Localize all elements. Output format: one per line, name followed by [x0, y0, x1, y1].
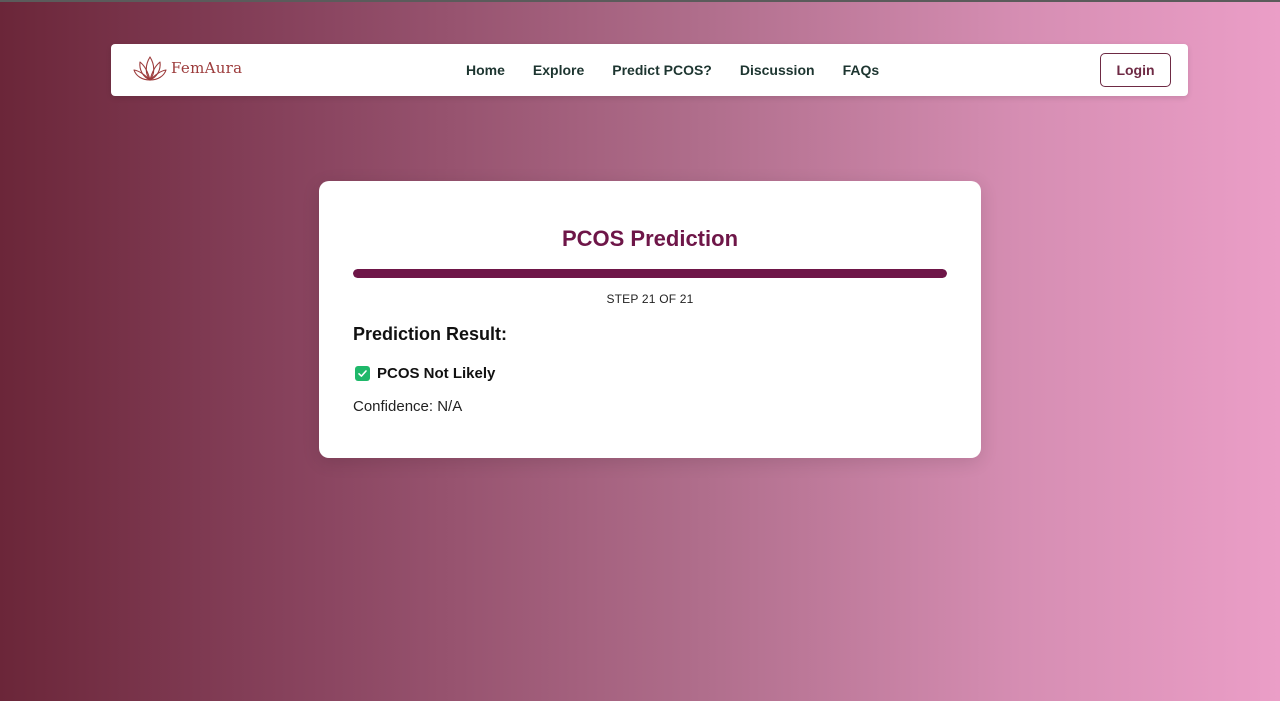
nav-link-discussion[interactable]: Discussion — [740, 62, 815, 78]
result-line: PCOS Not Likely — [355, 365, 495, 382]
brand-name: FemAura — [171, 59, 243, 77]
step-indicator: STEP 21 OF 21 — [606, 292, 694, 306]
result-text: PCOS Not Likely — [377, 365, 496, 382]
nav-link-home[interactable]: Home — [466, 62, 505, 78]
result-heading: Prediction Result: — [353, 324, 508, 344]
check-icon — [355, 366, 370, 381]
prediction-card: PCOS Prediction STEP 21 OF 21 Prediction… — [319, 181, 981, 458]
brand[interactable]: FemAura — [132, 52, 242, 86]
main-nav: Home Explore Predict PCOS? Discussion FA… — [466, 44, 879, 96]
lotus-icon — [133, 56, 167, 81]
login-button[interactable]: Login — [1100, 53, 1171, 87]
page-title: PCOS Prediction — [561, 226, 739, 251]
progress-bar — [353, 269, 947, 278]
navbar: FemAura Home Explore Predict PCOS? Discu… — [111, 44, 1188, 96]
progress-bar-fill — [353, 269, 947, 278]
nav-link-faqs[interactable]: FAQs — [843, 62, 880, 78]
confidence-text: Confidence: N/A — [353, 398, 463, 415]
nav-link-predict-pcos[interactable]: Predict PCOS? — [612, 62, 712, 78]
nav-link-explore[interactable]: Explore — [533, 62, 584, 78]
